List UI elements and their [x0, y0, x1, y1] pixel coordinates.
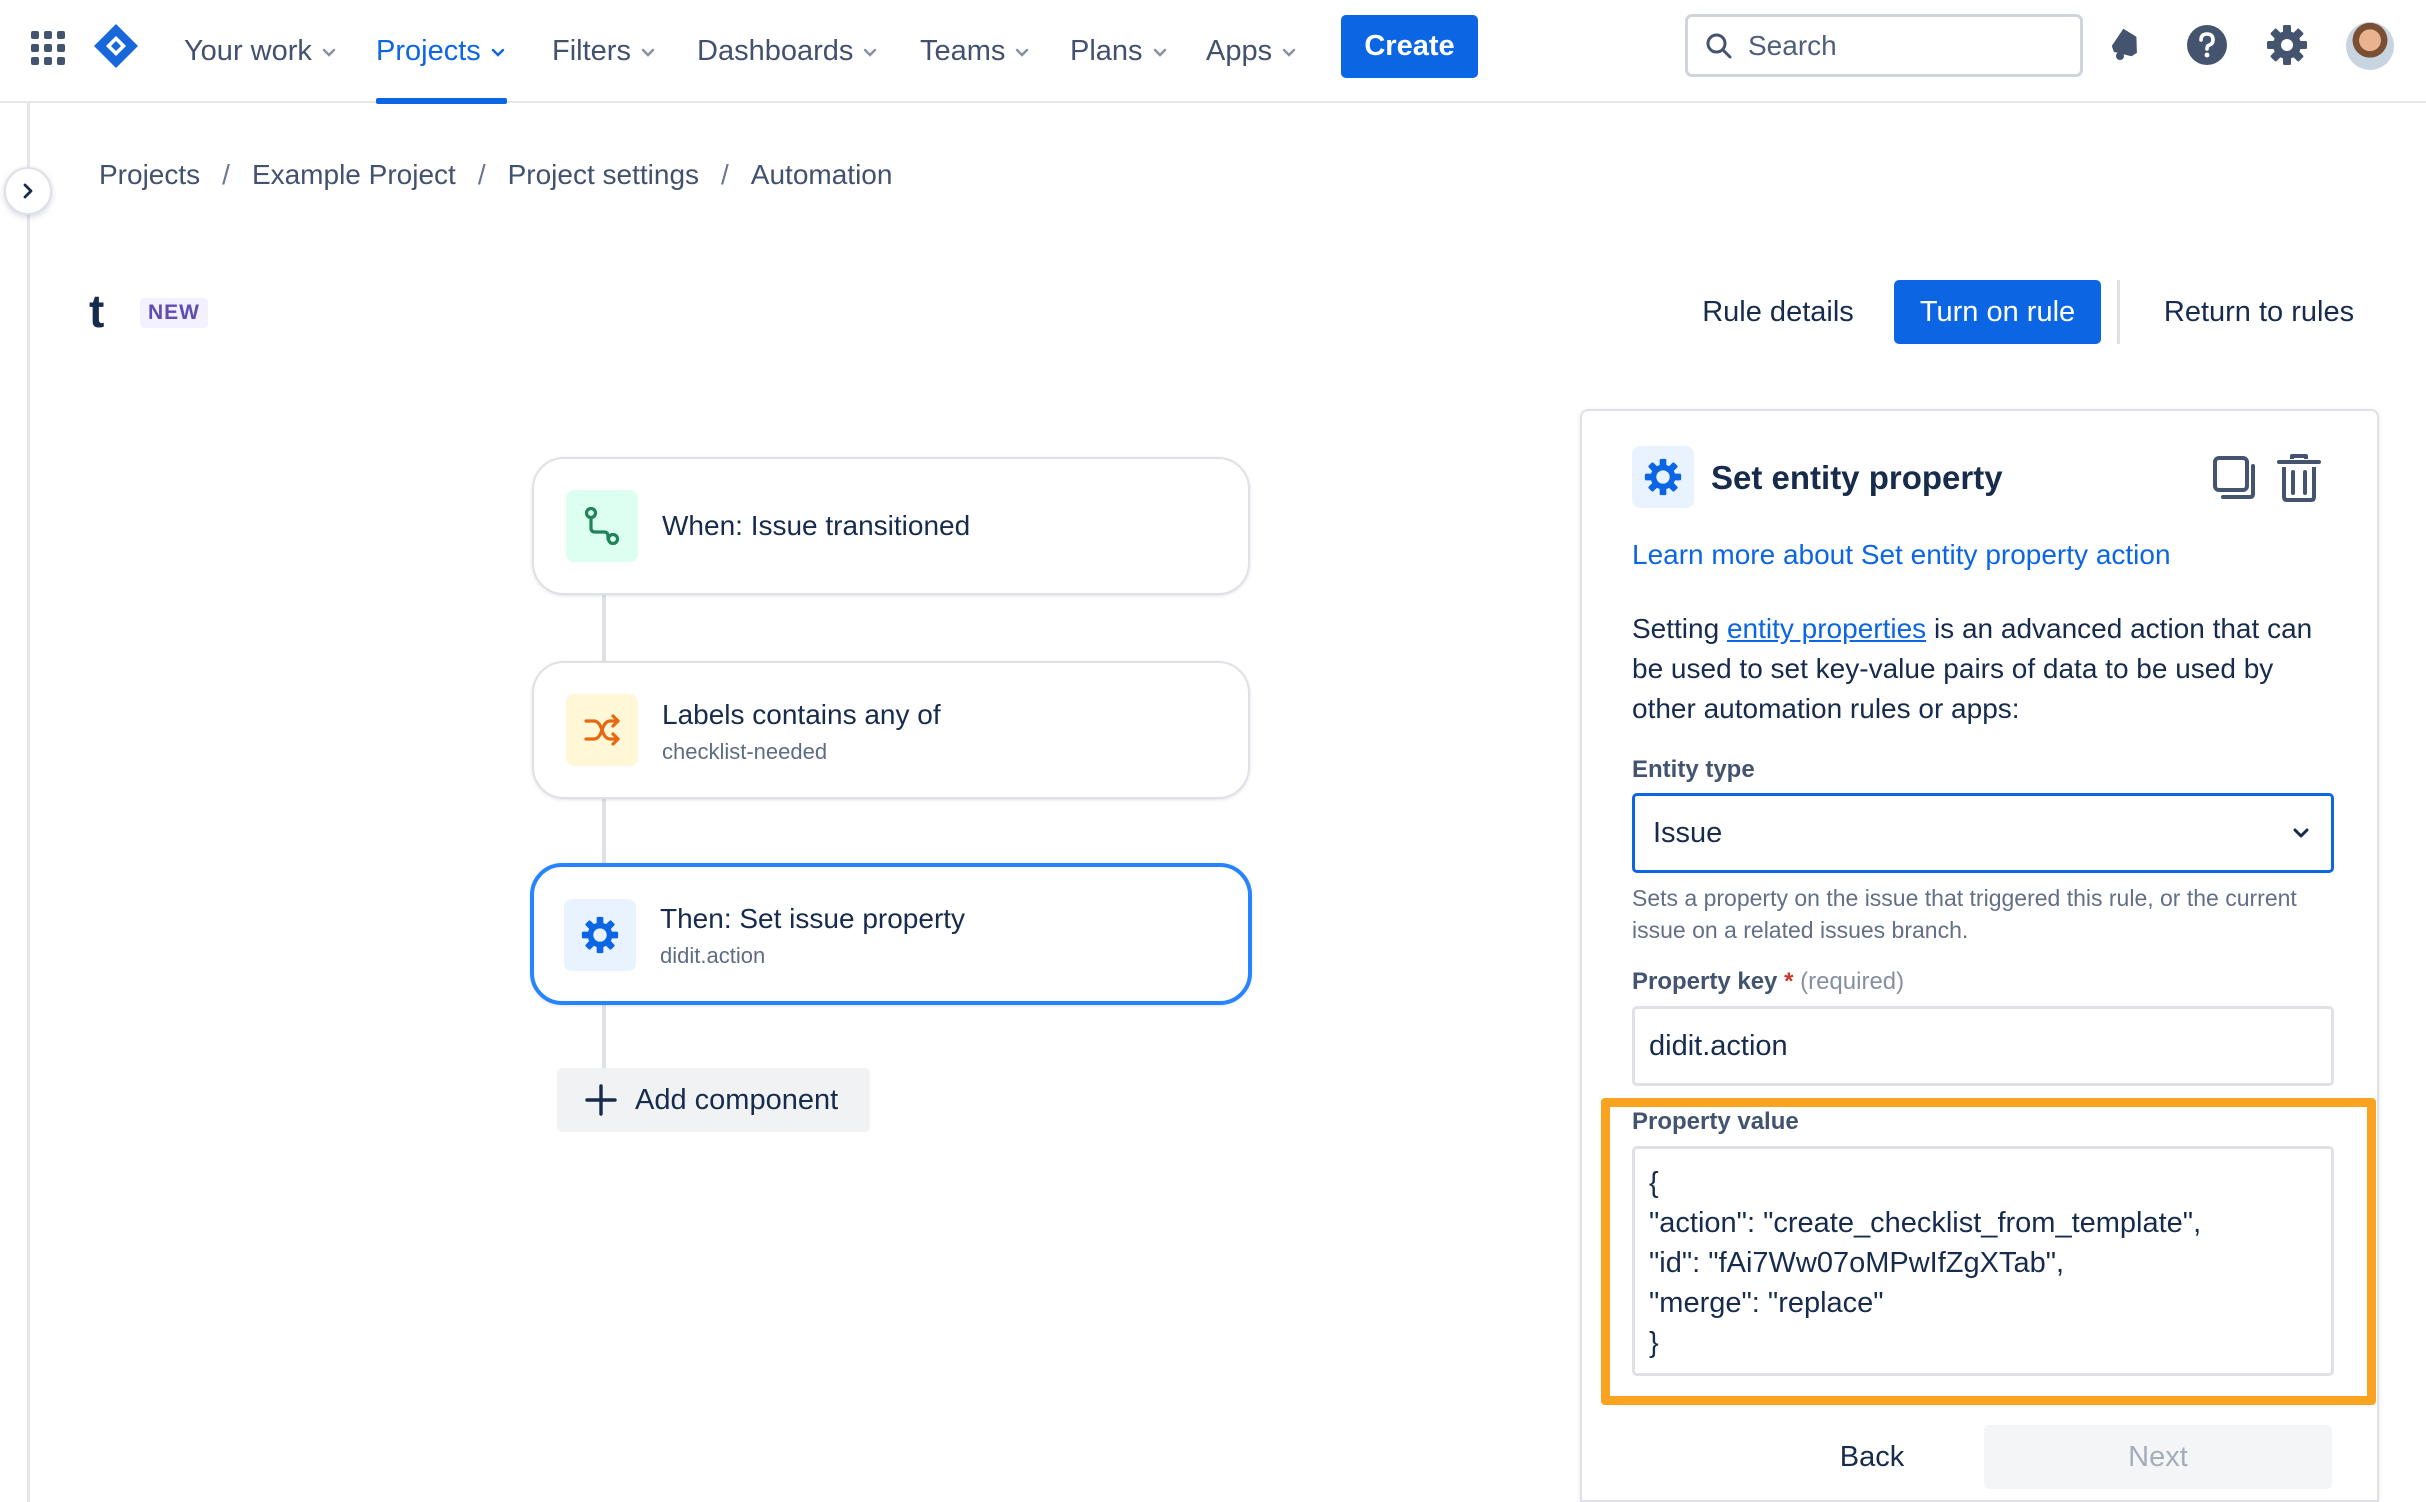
entity-type-value: Issue — [1653, 816, 1723, 849]
action-card[interactable]: Then: Set issue property didit.action — [530, 863, 1252, 1005]
chevron-down-icon — [2293, 828, 2309, 838]
chevron-down-icon — [641, 48, 655, 57]
condition-subtitle: checklist-needed — [662, 739, 828, 764]
nav-label: Teams — [920, 35, 1006, 67]
property-value-label: Property value — [1632, 1108, 1799, 1135]
entity-type-label: Entity type — [1632, 756, 1755, 783]
breadcrumb-separator: / — [721, 159, 729, 190]
trash-icon[interactable] — [2276, 453, 2322, 503]
flow-connector — [602, 798, 606, 866]
chevron-down-icon — [491, 48, 504, 57]
search-icon — [1706, 33, 1732, 58]
breadcrumb: Projects / Example Project / Project set… — [99, 155, 892, 195]
add-component-button[interactable]: Add component — [557, 1068, 870, 1132]
avatar[interactable] — [2346, 22, 2394, 70]
property-value-textarea[interactable]: { "action": "create_checklist_from_templ… — [1632, 1146, 2334, 1376]
required-text: (required) — [1800, 968, 1905, 995]
rule-details-button[interactable]: Rule details — [1685, 280, 1871, 344]
chevron-down-icon — [1016, 48, 1029, 57]
entity-properties-link[interactable]: entity properties — [1727, 613, 1926, 644]
nav-label: Apps — [1206, 35, 1273, 67]
flow-connector — [602, 1004, 606, 1070]
condition-title: Labels contains any of — [662, 699, 941, 730]
add-component-label: Add component — [635, 1083, 839, 1116]
property-value-line: { — [1649, 1167, 1659, 1199]
turn-on-rule-button[interactable]: Turn on rule — [1894, 280, 2101, 344]
plus-icon — [585, 1084, 617, 1116]
nav-label: Projects — [376, 35, 481, 67]
gear-icon — [1632, 446, 1694, 508]
chevron-down-icon — [1153, 48, 1166, 57]
property-value-line: "id": "fAi7Ww07oMPwIfZgXTab", — [1649, 1247, 2065, 1279]
action-subtitle: didit.action — [660, 943, 766, 968]
property-key-label-text: Property key — [1632, 968, 1778, 995]
jira-logo-icon[interactable] — [92, 22, 140, 70]
condition-card[interactable]: Labels contains any of checklist-needed — [532, 661, 1250, 799]
nav-label: Your work — [184, 35, 312, 67]
entity-type-select[interactable]: Issue — [1632, 793, 2334, 873]
learn-more-link[interactable]: Learn more about Set entity property act… — [1632, 539, 2171, 571]
property-value-line: "merge": "replace" — [1649, 1287, 1884, 1319]
return-to-rules-button[interactable]: Return to rules — [2144, 280, 2374, 344]
trigger-card[interactable]: When: Issue transitioned — [532, 457, 1250, 595]
notifications-icon[interactable] — [2105, 23, 2149, 67]
nav-label: Plans — [1070, 35, 1143, 67]
nav-filters[interactable]: Filters — [552, 0, 657, 103]
required-star: * — [1784, 968, 1794, 995]
sidebar-rail — [0, 103, 30, 1502]
nav-label: Filters — [552, 35, 631, 67]
create-button[interactable]: Create — [1341, 15, 1478, 78]
property-key-label: Property key * (required) — [1632, 968, 1904, 996]
panel-title: Set entity property — [1711, 459, 2003, 496]
sidebar-expand-button[interactable] — [4, 167, 52, 215]
search-box[interactable] — [1685, 14, 2083, 77]
search-input[interactable] — [1748, 29, 2048, 62]
nav-projects[interactable]: Projects — [376, 0, 507, 104]
new-badge: NEW — [140, 298, 208, 328]
header-divider — [2117, 280, 2120, 344]
panel-description: Setting entity properties is an advanced… — [1632, 609, 2332, 729]
help-icon[interactable] — [2185, 23, 2229, 67]
breadcrumb-example-project[interactable]: Example Project — [252, 159, 456, 191]
description-text: Setting — [1632, 613, 1727, 644]
property-value-line: } — [1649, 1327, 1659, 1359]
nav-dashboards[interactable]: Dashboards — [697, 0, 879, 103]
breadcrumb-separator: / — [477, 159, 486, 190]
settings-gear-icon[interactable] — [2265, 23, 2309, 67]
chevron-right-icon — [23, 183, 33, 199]
rule-name[interactable]: t — [89, 284, 104, 338]
property-key-input[interactable] — [1632, 1006, 2334, 1086]
action-title: Then: Set issue property — [660, 903, 966, 934]
nav-label: Dashboards — [697, 35, 854, 67]
transition-icon — [566, 490, 638, 562]
flow-connector — [602, 594, 606, 662]
breadcrumb-separator: / — [222, 159, 230, 190]
breadcrumb-automation[interactable]: Automation — [751, 159, 893, 191]
nav-plans[interactable]: Plans — [1070, 0, 1169, 103]
next-button[interactable]: Next — [1984, 1425, 2332, 1489]
trigger-title: When: Issue transitioned — [662, 510, 971, 541]
top-navigation: Your work Projects Filters Dashboards Te… — [0, 0, 2426, 104]
back-button[interactable]: Back — [1780, 1425, 1964, 1489]
chevron-down-icon — [864, 48, 877, 57]
app-switcher-icon[interactable] — [28, 28, 68, 68]
property-value-line: "action": "create_checklist_from_templat… — [1649, 1207, 2202, 1239]
nav-your-work[interactable]: Your work — [184, 0, 338, 103]
shuffle-icon — [566, 694, 638, 766]
breadcrumb-project-settings[interactable]: Project settings — [508, 159, 699, 191]
nav-teams[interactable]: Teams — [920, 0, 1031, 103]
copy-icon[interactable] — [2212, 455, 2258, 501]
nav-apps[interactable]: Apps — [1206, 0, 1298, 103]
chevron-down-icon — [322, 48, 336, 57]
gear-icon — [564, 899, 636, 971]
chevron-down-icon — [1282, 48, 1296, 57]
component-config-panel: Set entity property Learn more about Set… — [1580, 409, 2379, 1502]
entity-type-helper-text: Sets a property on the issue that trigge… — [1632, 885, 2297, 943]
breadcrumb-projects[interactable]: Projects — [99, 159, 200, 191]
